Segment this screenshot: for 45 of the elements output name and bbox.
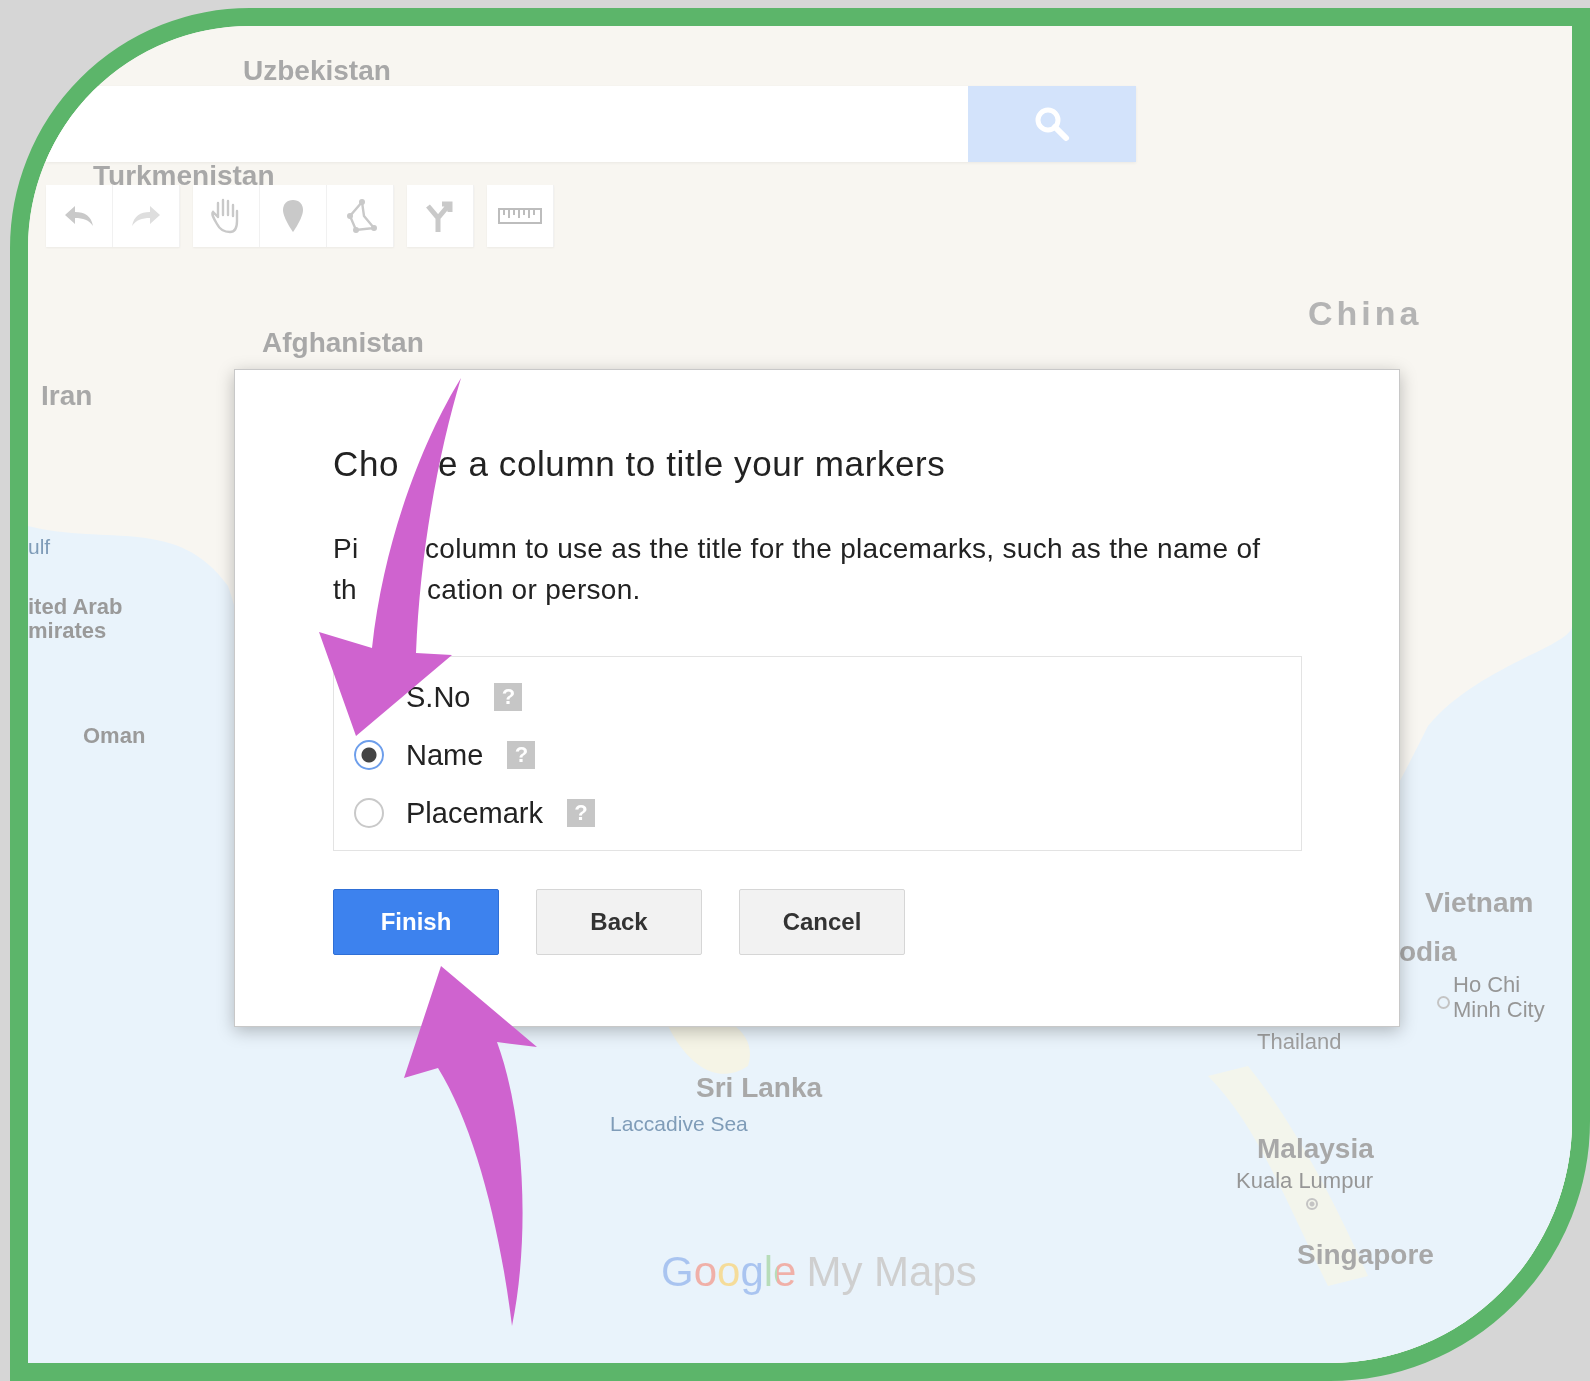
place-label: Sri Lanka <box>696 1072 823 1104</box>
pan-button[interactable] <box>193 185 260 247</box>
place-label: odia <box>1399 936 1457 968</box>
water-label: ulf <box>28 535 51 559</box>
place-label: Ho Chi Minh City <box>1453 972 1546 1022</box>
capital-dot-icon <box>1306 1198 1318 1210</box>
place-label: Malaysia <box>1257 1133 1374 1165</box>
radio-button[interactable] <box>354 740 384 770</box>
place-label: Kuala Lumpur <box>1236 1168 1373 1194</box>
place-label: China <box>1308 294 1423 333</box>
place-label: Uzbekistan <box>243 55 391 87</box>
description-text: th <box>333 573 358 607</box>
redo-button[interactable] <box>113 185 180 247</box>
place-label: Singapore <box>1297 1239 1434 1271</box>
line-button[interactable] <box>327 185 394 247</box>
pin-icon <box>281 198 305 234</box>
place-label: mirates <box>28 618 107 644</box>
city-dot-icon <box>1437 996 1450 1009</box>
dialog-button[interactable]: Back <box>536 889 702 955</box>
option-label[interactable]: Placemark <box>406 796 543 830</box>
place-label: Afghanistan <box>262 327 424 359</box>
dialog-title: e a column to title your markers <box>438 444 946 484</box>
search-button[interactable] <box>968 86 1136 162</box>
water-label: Laccadive Sea <box>610 1112 748 1136</box>
place-label: Thailand <box>1257 1029 1342 1055</box>
place-label: Oman <box>83 723 146 749</box>
search-field[interactable] <box>46 86 968 162</box>
measure-button[interactable] <box>487 185 554 247</box>
place-label: Vietnam <box>1425 887 1534 919</box>
undo-button[interactable] <box>46 185 113 247</box>
place-label: Turkmenistan <box>93 160 275 192</box>
ruler-icon <box>498 206 542 226</box>
option-label[interactable]: S.No <box>406 680 471 714</box>
description-text: Pi <box>333 532 360 566</box>
radio-button[interactable] <box>354 798 384 828</box>
marker-button[interactable] <box>260 185 327 247</box>
place-label: Iran <box>41 380 93 412</box>
description-text: cation or person. <box>427 573 641 607</box>
option-label[interactable]: Name <box>406 738 484 772</box>
dialog-button[interactable]: Cancel <box>739 889 905 955</box>
dialog-title: Cho <box>333 444 400 484</box>
description-text: column to use as the title for the placemarks, such as the name of <box>425 532 1261 566</box>
directions-button[interactable] <box>407 185 474 247</box>
finish-button[interactable]: Finish <box>333 889 499 955</box>
place-label: ited Arab <box>28 594 123 620</box>
